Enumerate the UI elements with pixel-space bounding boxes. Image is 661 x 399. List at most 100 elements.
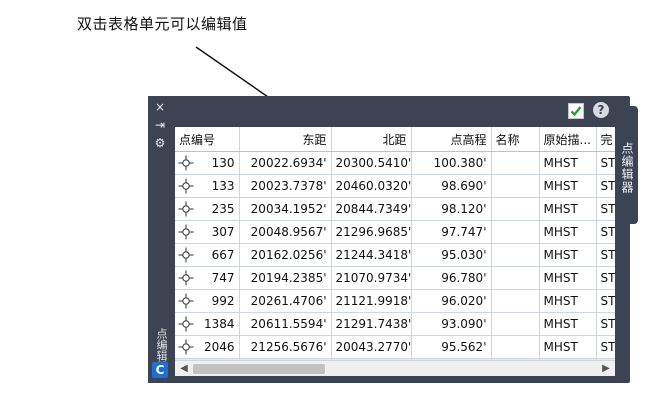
table-cell[interactable] [491,151,540,175]
column-header[interactable]: 完 [596,127,615,152]
table-cell[interactable]: MHST [539,289,597,313]
table-cell[interactable]: 93.090' [411,312,492,336]
table-row[interactable]: 235 20034.1952' 20844.7349' 98.120' MHST ST [175,197,615,221]
table-cell[interactable]: 20043.2770' [331,335,412,359]
table-cell[interactable]: MHST [539,312,597,336]
table-row[interactable]: 992 20261.4706' 21121.9918' 96.020' MHST ST [175,289,615,313]
table-cell[interactable]: ST [596,151,615,175]
table-row[interactable]: 667 20162.0256' 21244.3418' 95.030' MHST ST [175,243,615,267]
table-cell[interactable]: ST [596,197,615,221]
table-cell[interactable]: MHST [539,266,597,290]
point-number-cell[interactable]: 307 [175,220,240,244]
table-cell[interactable]: MHST [539,335,597,359]
point-number-cell[interactable]: 667 [175,243,240,267]
cell-value: 235 [211,202,235,216]
table-cell[interactable]: ST [596,266,615,290]
help-button[interactable]: ? [593,102,609,118]
autohide-icon[interactable]: ⇥ [152,118,168,132]
table-row[interactable]: 1384 20611.5594' 21291.7438' 93.090' MHST ST [175,312,615,336]
table-cell[interactable]: 21244.3418' [331,243,412,267]
annotation-callout: 双击表格单元可以编辑值 [77,15,248,33]
table-cell[interactable]: 20023.7378' [239,174,332,198]
palette-side-tab[interactable]: 点编辑器 [616,106,638,224]
table-cell[interactable]: ST [596,335,615,359]
table-cell[interactable]: 100.380' [411,151,492,175]
point-marker-icon [178,293,194,309]
column-header[interactable]: 东距 [239,127,332,152]
table-cell[interactable]: MHST [539,197,597,221]
table-row[interactable]: 747 20194.2385' 21070.9734' 96.780' MHST ST [175,266,615,290]
table-header-row: 点编号 东距 北距 点高程 名称 原始描... 完 [175,127,615,152]
table-cell[interactable]: ST [596,289,615,313]
point-number-cell[interactable]: 992 [175,289,240,313]
table-cell[interactable]: 96.020' [411,289,492,313]
column-header[interactable]: 北距 [331,127,412,152]
table-cell[interactable]: 20261.4706' [239,289,332,313]
close-icon[interactable]: × [152,100,168,114]
point-number-cell[interactable]: 1384 [175,312,240,336]
accept-check-button[interactable] [568,103,584,119]
scroll-left-icon[interactable]: ◀ [178,363,190,375]
point-number-cell[interactable]: 130 [175,151,240,175]
scrollbar-thumb[interactable] [193,364,325,374]
point-marker-icon [178,270,194,286]
table-cell[interactable]: ST [596,174,615,198]
column-header[interactable]: 原始描... [539,127,597,152]
table-cell[interactable]: 20048.9567' [239,220,332,244]
table-cell[interactable] [491,243,540,267]
table-cell[interactable]: 21291.7438' [331,312,412,336]
table-cell[interactable]: 97.747' [411,220,492,244]
settings-icon[interactable]: ⚙ [152,136,168,150]
table-cell[interactable]: ST [596,243,615,267]
cell-value: 992 [211,294,235,308]
table-cell[interactable]: 21070.9734' [331,266,412,290]
column-header[interactable]: 点编号 [175,127,240,152]
table-cell[interactable]: 20611.5594' [239,312,332,336]
table-cell[interactable]: 96.780' [411,266,492,290]
horizontal-scrollbar[interactable]: ◀ ▶ [175,360,615,376]
cell-value: 747 [211,271,235,285]
table-cell[interactable] [491,266,540,290]
palette-title-strip: × ⇥ ⚙ 点编辑器 C [148,96,172,383]
table-row[interactable]: 307 20048.9567' 21296.9685' 97.747' MHST ST [175,220,615,244]
table-cell[interactable]: ST [596,220,615,244]
table-cell[interactable]: 20300.5410' [331,151,412,175]
point-number-cell[interactable]: 747 [175,266,240,290]
column-header[interactable]: 名称 [491,127,540,152]
table-cell[interactable]: 95.030' [411,243,492,267]
point-marker-icon [178,247,194,263]
table-cell[interactable] [491,197,540,221]
table-cell[interactable]: 20034.1952' [239,197,332,221]
table-cell[interactable]: 20844.7349' [331,197,412,221]
scroll-right-icon[interactable]: ▶ [600,363,612,375]
point-editor-palette: × ⇥ ⚙ 点编辑器 C ? 点编号 东距 北距 点高程 名称 原始描... 完… [148,96,638,383]
table-cell[interactable]: 20162.0256' [239,243,332,267]
table-cell[interactable] [491,174,540,198]
table-cell[interactable] [491,335,540,359]
table-cell[interactable]: 98.120' [411,197,492,221]
table-cell[interactable]: MHST [539,174,597,198]
point-number-cell[interactable]: 133 [175,174,240,198]
table-cell[interactable]: 95.562' [411,335,492,359]
table-cell[interactable]: 20460.0320' [331,174,412,198]
table-cell[interactable] [491,312,540,336]
table-row[interactable]: 2046 21256.5676' 20043.2770' 95.562' MHST ST [175,335,615,359]
table-cell[interactable]: 20194.2385' [239,266,332,290]
table-cell[interactable]: 21256.5676' [239,335,332,359]
table-cell[interactable]: 20022.6934' [239,151,332,175]
table-cell[interactable]: 21296.9685' [331,220,412,244]
table-row[interactable]: 130 20022.6934' 20300.5410' 100.380' MHST ST [175,151,615,175]
table-cell[interactable]: ST [596,312,615,336]
checkmark-icon [570,106,582,117]
table-row[interactable]: 133 20023.7378' 20460.0320' 98.690' MHST ST [175,174,615,198]
table-cell[interactable]: MHST [539,243,597,267]
column-header[interactable]: 点高程 [411,127,492,152]
point-number-cell[interactable]: 235 [175,197,240,221]
point-number-cell[interactable]: 2046 [175,335,240,359]
table-cell[interactable]: 98.690' [411,174,492,198]
table-cell[interactable]: 21121.9918' [331,289,412,313]
table-cell[interactable]: MHST [539,220,597,244]
table-cell[interactable] [491,220,540,244]
table-cell[interactable] [491,289,540,313]
table-cell[interactable]: MHST [539,151,597,175]
